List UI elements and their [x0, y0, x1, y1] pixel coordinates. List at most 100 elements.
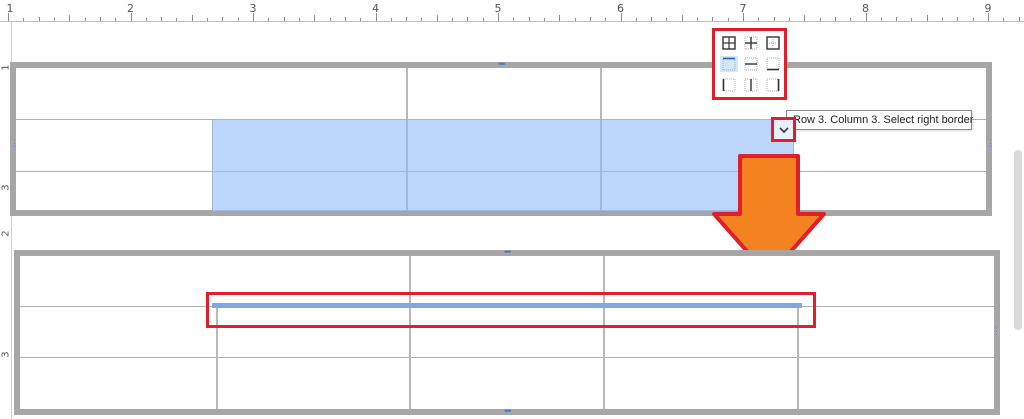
ruler-tick [421, 18, 423, 21]
all-borders-button[interactable] [720, 35, 738, 51]
right-border-icon [766, 78, 780, 92]
column-divider [406, 120, 408, 210]
inside-horizontal-border-icon [744, 57, 758, 71]
ruler-tick [635, 18, 637, 21]
ruler-tick [788, 18, 790, 21]
ruler-tick [1018, 17, 1020, 21]
ruler-tick [972, 18, 974, 21]
ruler-tick [360, 18, 362, 21]
ruler-tick [850, 18, 852, 21]
ruler-tick [543, 18, 545, 21]
vertical-ruler-bottom: 2 3 [0, 214, 12, 419]
ruler-number: 5 [494, 2, 502, 15]
left-border-button[interactable] [720, 77, 738, 93]
selected-cells[interactable] [212, 119, 794, 211]
table-cells[interactable] [16, 68, 986, 211]
left-border-icon [722, 78, 736, 92]
ruler-tick [176, 18, 178, 21]
ruler-tick [697, 18, 699, 21]
ruler-tick [942, 18, 944, 21]
ruler-number: 6 [617, 2, 624, 15]
ruler-tick [773, 17, 775, 21]
ruler-tick [115, 18, 117, 21]
ruler-tick [589, 17, 591, 21]
ruler-tick [911, 18, 913, 21]
ruler-tick [222, 17, 224, 21]
horizontal-ruler: 1 2 3 4 5 6 7 8 9 [0, 0, 1024, 22]
ruler-tick [1003, 18, 1005, 21]
ruler-number: 7 [739, 2, 747, 15]
ruler-tick [145, 18, 147, 21]
ruler-tick [329, 18, 331, 21]
bottom-border-icon [766, 57, 780, 71]
all-borders-icon [722, 36, 736, 50]
ruler-tick [804, 15, 806, 21]
ruler-tick [207, 18, 209, 21]
ruler-tick [436, 15, 438, 21]
column-divider [600, 120, 602, 210]
ruler-tick [467, 17, 469, 21]
inside-vertical-border-button[interactable] [742, 77, 760, 93]
inside-horizontal-border-button[interactable] [742, 56, 760, 72]
ruler-tick [758, 18, 760, 21]
inside-vertical-border-icon [744, 78, 758, 92]
border-options-menu [712, 28, 787, 100]
ruler-tick [406, 17, 408, 21]
top-border-icon [722, 57, 736, 71]
ruler-tick [482, 18, 484, 21]
table-before[interactable]: ••• ⋮ ⋮ [10, 59, 995, 216]
ruler-tick [53, 18, 55, 21]
ruler-tick [834, 17, 836, 21]
ruler-tick [314, 15, 316, 21]
right-border-button[interactable] [764, 77, 782, 93]
ruler-number: 4 [372, 2, 379, 15]
ruler-number: 3 [0, 351, 12, 358]
ruler-tick [605, 18, 607, 21]
row-divider [20, 357, 994, 358]
row-divider [213, 171, 793, 172]
column-divider [409, 256, 411, 409]
ruler-number: 2 [127, 2, 134, 15]
column-divider [406, 68, 408, 119]
ruler-tick [69, 15, 71, 21]
ruler-number: 3 [249, 2, 257, 15]
resize-handle-right[interactable]: ⋮ [986, 138, 995, 149]
ruler-tick [528, 17, 530, 21]
ruler-number: 1 [6, 2, 14, 15]
ruler-tick [712, 17, 714, 21]
ruler-tick [727, 18, 729, 21]
table-after[interactable]: ••• ••• ⋮ [14, 247, 1001, 416]
border-selector-button[interactable] [771, 117, 796, 142]
ruler-tick [84, 18, 86, 21]
top-border-button[interactable] [720, 56, 738, 72]
outside-borders-button[interactable] [764, 35, 782, 51]
highlight-box [206, 292, 816, 328]
ruler-tick [298, 18, 300, 21]
ruler-tick [161, 17, 163, 21]
tooltip: Row 3. Column 3. Select right border [786, 110, 973, 130]
inside-borders-icon [744, 36, 758, 50]
ruler-tick [651, 17, 653, 21]
ruler-number: 9 [984, 2, 992, 15]
table-cells[interactable] [20, 256, 994, 409]
ruler-tick [559, 15, 561, 21]
ruler-tick [390, 18, 392, 21]
ruler-tick [926, 15, 928, 21]
chevron-down-icon [778, 126, 789, 133]
ruler-number: 2 [0, 230, 12, 237]
ruler-tick [666, 18, 668, 21]
ruler-tick [344, 17, 346, 21]
column-divider [600, 68, 602, 119]
ruler-tick [819, 18, 821, 21]
inside-borders-button[interactable] [742, 35, 760, 51]
ruler-tick [99, 17, 101, 21]
ruler-tick [268, 18, 270, 21]
outside-borders-icon [766, 36, 780, 50]
ruler-tick [513, 18, 515, 21]
ruler-tick [896, 17, 898, 21]
vertical-scrollbar[interactable] [1014, 150, 1022, 330]
bottom-border-button[interactable] [764, 56, 782, 72]
ruler-tick [681, 15, 683, 21]
ruler-tick [191, 15, 193, 21]
ruler-tick [23, 18, 25, 21]
